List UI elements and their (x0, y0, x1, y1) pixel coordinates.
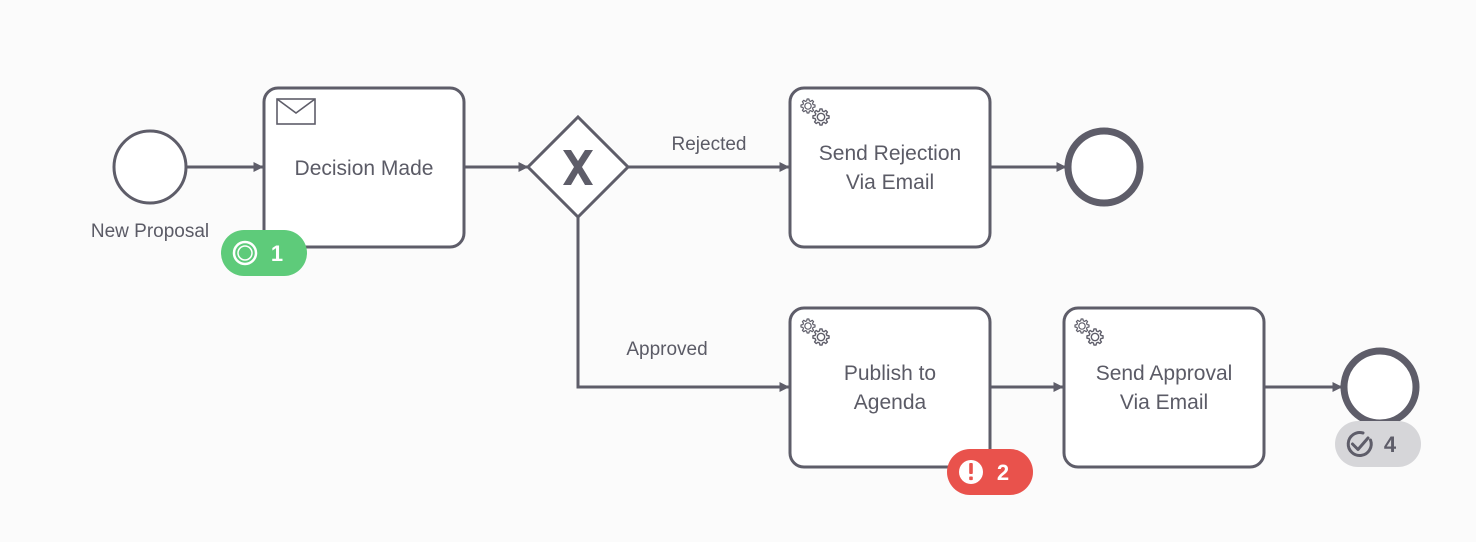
task-label-line-2: Via Email (846, 171, 934, 194)
badge-active-count: 1 (271, 241, 283, 266)
task-label-line-1: Send Rejection (819, 142, 961, 165)
bpmn-diagram-canvas: Rejected Approved New Proposal Decision … (91, 86, 1421, 495)
badge-completed[interactable]: 4 (1335, 421, 1421, 467)
flow-label-rejected: Rejected (672, 134, 747, 155)
badge-incidents-count: 2 (997, 460, 1009, 485)
badge-incidents[interactable]: 2 (947, 449, 1033, 495)
task-label-line-1: Publish to (844, 362, 936, 385)
incident-icon (959, 460, 983, 484)
badge-completed-count: 4 (1384, 432, 1397, 457)
start-event[interactable] (112, 129, 188, 205)
task-send-rejection-via-email[interactable]: Send Rejection Via Email (788, 86, 992, 249)
start-event-label: New Proposal (91, 221, 209, 242)
badge-active-instances[interactable]: 1 (221, 230, 307, 276)
flow-label-approved: Approved (626, 339, 707, 360)
end-event-approved[interactable] (1340, 347, 1420, 427)
task-label-line-2: Agenda (854, 391, 927, 414)
task-label-line-1: Send Approval (1096, 362, 1233, 385)
exclusive-gateway[interactable] (525, 114, 631, 220)
end-event-rejected[interactable] (1064, 127, 1144, 207)
task-label-line-2: Via Email (1120, 391, 1208, 414)
envelope-icon (276, 98, 316, 125)
task-publish-to-agenda[interactable]: Publish to Agenda (788, 306, 992, 469)
task-decision-made[interactable]: Decision Made (262, 86, 466, 249)
task-send-approval-via-email[interactable]: Send Approval Via Email (1062, 306, 1266, 469)
flow-approved[interactable] (576, 216, 790, 392)
task-label: Decision Made (295, 157, 434, 180)
